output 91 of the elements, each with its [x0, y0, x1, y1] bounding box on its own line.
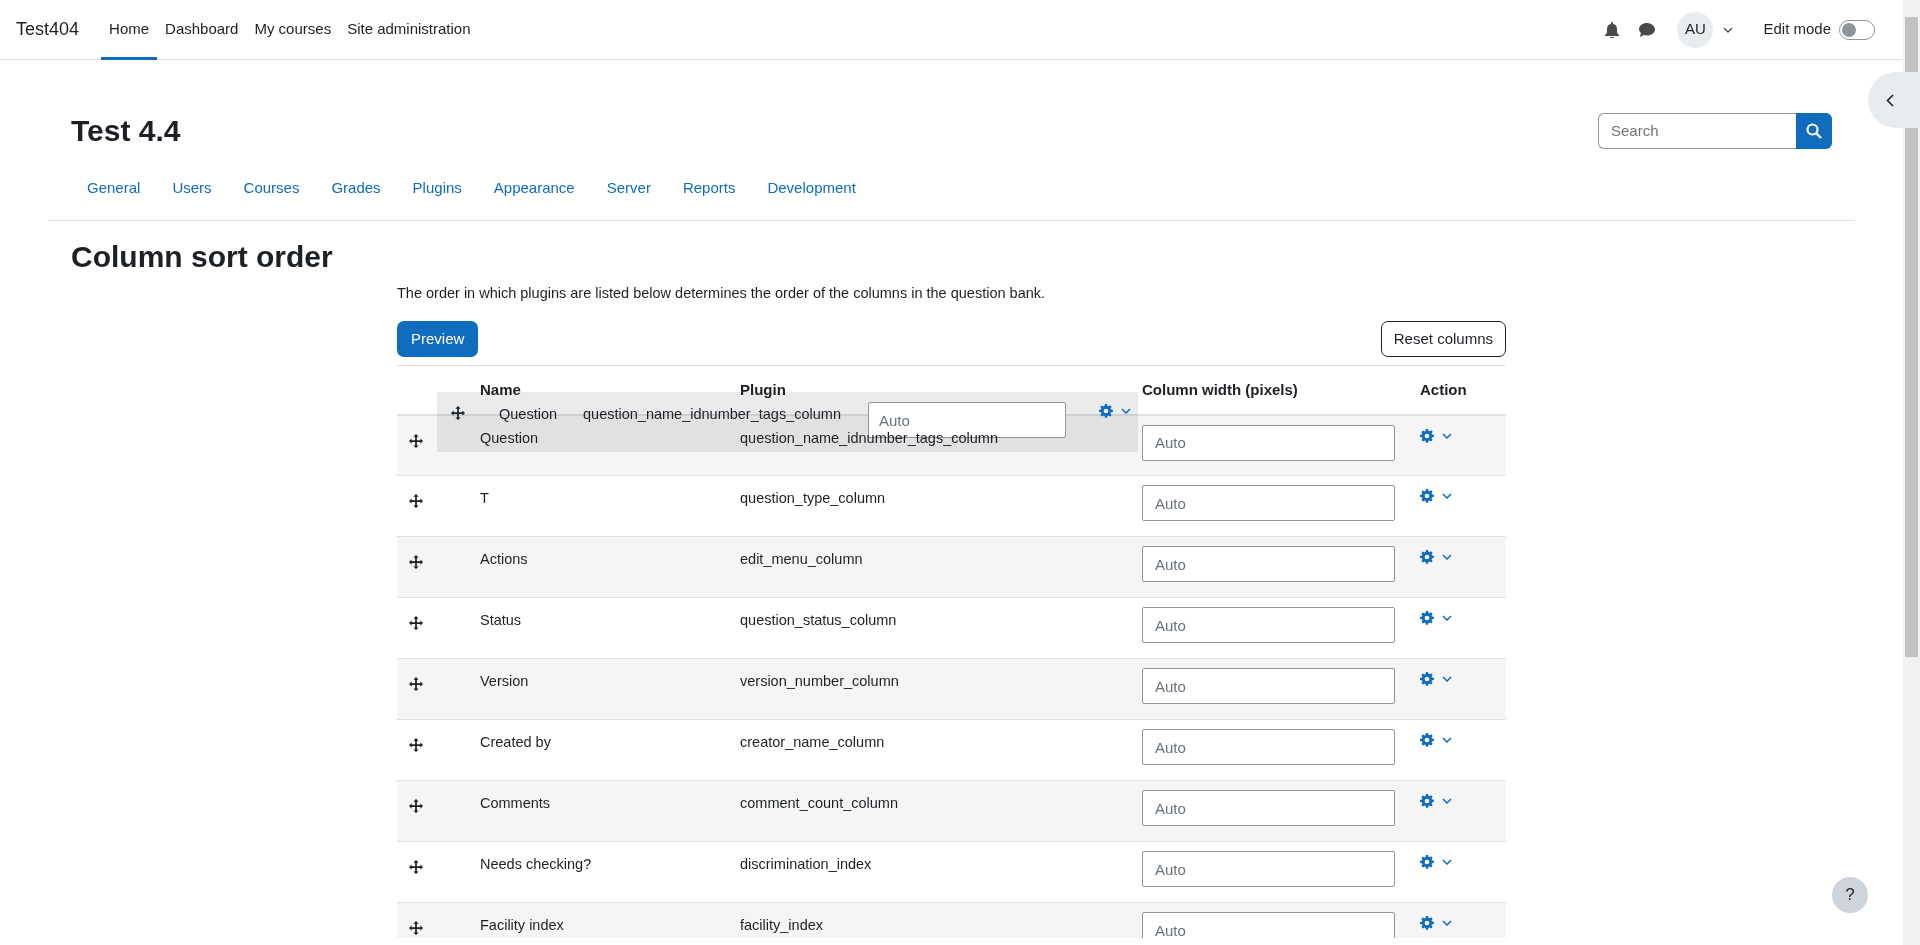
question-name: Status — [480, 612, 522, 628]
admin-tab[interactable]: Plugins — [396, 169, 478, 207]
question-name: Actions — [480, 551, 528, 567]
caret-icon[interactable] — [1442, 493, 1452, 499]
move-icon[interactable] — [409, 738, 423, 753]
admin-tab[interactable]: Appearance — [477, 169, 591, 207]
plugin-name: version_number_column — [740, 673, 899, 689]
admin-tab[interactable]: General — [71, 169, 157, 207]
admin-tab[interactable]: Users — [156, 169, 228, 207]
plugin-name: creator_name_column — [740, 734, 885, 750]
move-icon[interactable] — [409, 860, 423, 875]
plugin-name: discrimination_index — [740, 856, 872, 872]
question-name: Question — [499, 405, 559, 424]
column-width-input[interactable]: Auto — [1142, 912, 1395, 938]
question-name: Question — [480, 429, 539, 446]
edit-mode-toggle[interactable] — [1839, 19, 1875, 40]
page-title: Test 4.4 — [71, 113, 181, 149]
admin-tab[interactable]: Development — [751, 169, 872, 207]
admin-tab[interactable]: Reports — [666, 169, 752, 207]
description-text: The order in which plugins are listed below determines the order of the columns in the question bank. — [397, 284, 1047, 303]
nav-link[interactable]: Dashboard — [157, 0, 247, 60]
plugin-name: question_name_idnumber_tags_column — [583, 405, 842, 424]
question-name: Needs checking? — [480, 856, 592, 872]
move-icon[interactable] — [409, 799, 423, 814]
plugin-name: facility_index — [740, 917, 823, 933]
move-icon[interactable] — [409, 677, 423, 692]
move-icon[interactable] — [451, 406, 465, 420]
caret-icon[interactable] — [1442, 432, 1452, 439]
admin-tab[interactable]: Server — [590, 169, 667, 207]
admin-tab[interactable]: Grades — [315, 169, 397, 207]
column-width-input[interactable]: Auto — [1142, 729, 1395, 765]
column-width-input[interactable]: Auto — [1142, 424, 1395, 461]
column-width-input[interactable]: Auto — [1142, 607, 1395, 643]
preview-button[interactable]: Preview — [397, 321, 479, 357]
bell-icon[interactable] — [1605, 21, 1620, 38]
plugin-name: edit_menu_column — [740, 551, 863, 567]
help-button[interactable]: ? — [1832, 877, 1868, 913]
search-icon — [1806, 123, 1822, 139]
caret-icon[interactable] — [1442, 676, 1452, 682]
question-name: Created by — [480, 734, 551, 750]
column-header: Column width (pixels) — [1142, 380, 1298, 398]
gear-icon[interactable] — [1420, 489, 1434, 503]
move-icon[interactable] — [409, 555, 423, 570]
column-header: Action — [1420, 380, 1467, 398]
nav-link[interactable]: Site administration — [339, 0, 479, 60]
edit-mode-label: Edit mode — [1763, 19, 1831, 40]
question-name: Comments — [480, 795, 551, 811]
nav-link[interactable]: My courses — [246, 0, 340, 60]
gear-icon[interactable] — [1420, 855, 1434, 869]
column-width-input[interactable]: Auto — [1142, 790, 1395, 826]
column-width-input[interactable]: Auto — [1142, 485, 1395, 521]
gear-icon[interactable] — [1420, 550, 1434, 564]
gear-icon[interactable] — [1420, 428, 1434, 443]
gear-icon[interactable] — [1420, 672, 1434, 686]
search-button[interactable] — [1796, 113, 1832, 149]
admin-tab[interactable]: Courses — [227, 169, 316, 207]
caret-icon[interactable] — [1442, 859, 1452, 865]
chevron-left-icon — [1886, 93, 1894, 107]
chat-icon[interactable] — [1639, 22, 1656, 37]
caret-icon[interactable] — [1723, 26, 1734, 33]
move-icon[interactable] — [409, 494, 423, 509]
question-name: Facility index — [480, 917, 564, 933]
scrollbar[interactable] — [1903, 0, 1920, 945]
section-heading: Column sort order — [71, 239, 334, 275]
plugin-name: comment_count_column — [740, 795, 898, 811]
reset-columns-button[interactable]: Reset columns — [1380, 321, 1506, 357]
gear-icon[interactable] — [1420, 794, 1434, 808]
gear-icon[interactable] — [1420, 733, 1434, 747]
caret-icon[interactable] — [1121, 408, 1131, 414]
drawer-toggle-button[interactable] — [1868, 72, 1920, 128]
move-icon[interactable] — [409, 921, 423, 936]
move-icon[interactable] — [409, 433, 423, 448]
caret-icon[interactable] — [1442, 554, 1452, 560]
caret-icon[interactable] — [1442, 615, 1452, 621]
question-name: T — [480, 490, 489, 506]
plugin-name: question_type_column — [740, 490, 886, 506]
column-width-input[interactable]: Auto — [1142, 668, 1395, 704]
column-width-input[interactable]: Auto — [1142, 546, 1395, 582]
column-width-input[interactable]: Auto — [1142, 851, 1395, 887]
move-icon[interactable] — [409, 616, 423, 631]
gear-icon[interactable] — [1420, 916, 1434, 930]
gear-icon[interactable] — [1420, 611, 1434, 625]
caret-icon[interactable] — [1442, 798, 1452, 804]
gear-icon[interactable] — [1099, 404, 1113, 418]
caret-icon[interactable] — [1442, 737, 1452, 743]
plugin-name: question_status_column — [740, 612, 897, 628]
caret-icon[interactable] — [1442, 920, 1452, 926]
site-name[interactable]: Test404 — [16, 16, 80, 43]
question-name: Version — [480, 673, 529, 689]
nav-link[interactable]: Home — [101, 0, 158, 60]
user-avatar[interactable]: AU — [1677, 11, 1714, 48]
